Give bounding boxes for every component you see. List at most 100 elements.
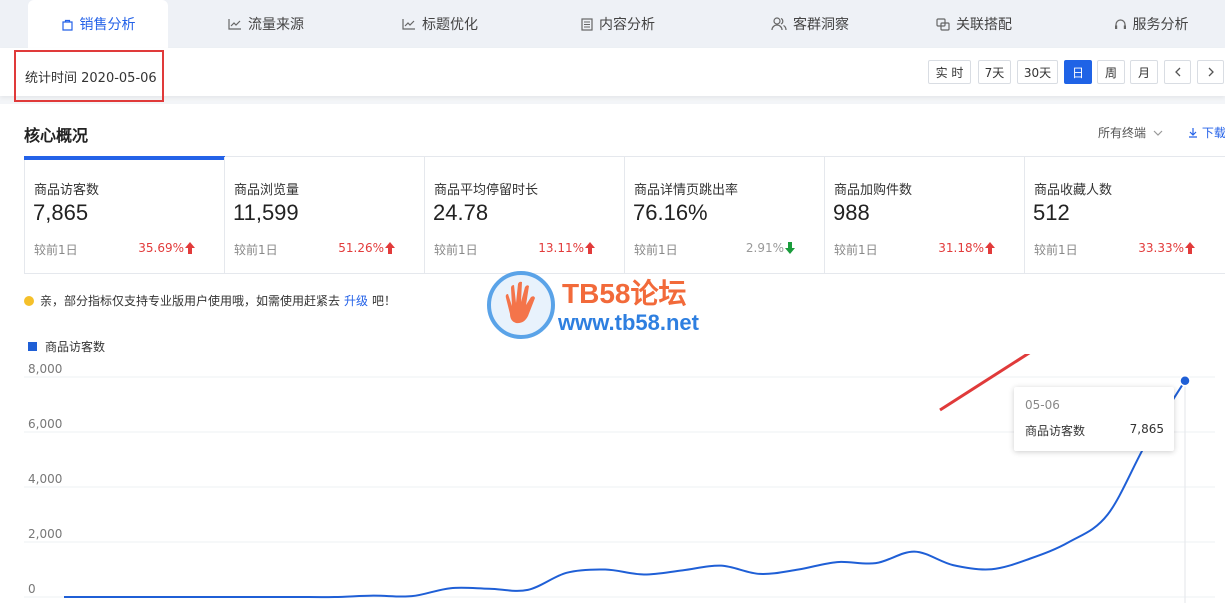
metric-label: 商品加购件数: [834, 183, 913, 198]
metric-value: 11,599: [233, 200, 299, 225]
metric-compare-label: 较前1日: [1034, 243, 1078, 257]
link-icon: [936, 17, 950, 31]
metric-compare-label: 较前1日: [34, 243, 78, 257]
tab-content-analysis[interactable]: 内容分析: [548, 0, 688, 48]
tooltip-date: 05-06: [1025, 398, 1060, 412]
metric-label: 商品平均停留时长: [434, 183, 539, 198]
notice-text: 亲，部分指标仅支持专业版用户使用哦，如需使用赶紧去: [40, 294, 341, 308]
metric-value: 24.78: [433, 200, 489, 225]
y-tick-label: 0: [28, 582, 36, 596]
metric-compare-label: 较前1日: [234, 243, 278, 257]
metric-value: 988: [833, 200, 870, 225]
metric-label: 商品详情页跳出率: [634, 183, 739, 198]
tab-label: 客群洞察: [793, 17, 849, 33]
trend-icon: [228, 19, 241, 30]
notice-text-end: 吧！: [372, 294, 397, 308]
data-point[interactable]: [1179, 374, 1191, 387]
document-icon: [581, 17, 593, 31]
section-title: 核心概况: [24, 126, 89, 145]
y-tick-label: 2,000: [28, 527, 62, 541]
tab-label: 流量来源: [248, 17, 304, 33]
metric-change: 33.33%: [1138, 241, 1184, 255]
metric-change: 51.26%: [338, 241, 384, 255]
tooltip-series-name: 商品访客数: [1025, 424, 1086, 438]
arrow-down-icon: [785, 242, 795, 254]
download-link[interactable]: 下载: [1188, 124, 1225, 141]
tab-sales-analysis[interactable]: 销售分析: [28, 0, 168, 48]
metric-label: 商品浏览量: [234, 183, 300, 198]
metric-value: 7,865: [33, 200, 89, 225]
metric-value: 512: [1033, 200, 1070, 225]
metric-card[interactable]: 商品平均停留时长 24.78 较前1日 13.11%: [424, 157, 624, 274]
arrow-up-icon: [985, 242, 995, 254]
next-date-button[interactable]: [1197, 60, 1224, 84]
legend-swatch: [28, 342, 37, 351]
metric-compare-label: 较前1日: [434, 243, 478, 257]
range-week-button[interactable]: 周: [1097, 60, 1125, 84]
tab-title-optimization[interactable]: 标题优化: [370, 0, 510, 48]
y-tick-label: 6,000: [28, 417, 62, 431]
chevron-left-icon: [1174, 67, 1180, 77]
terminal-select-value: 所有终端: [1098, 126, 1147, 140]
tab-service-analysis[interactable]: 服务分析: [1081, 0, 1221, 48]
metric-change: 35.69%: [138, 241, 184, 255]
terminal-select[interactable]: 所有终端: [1098, 124, 1164, 141]
metric-compare-label: 较前1日: [634, 243, 678, 257]
arrow-up-icon: [1185, 242, 1195, 254]
watermark: TB58论坛 www.tb58.net: [486, 270, 746, 342]
arrow-up-icon: [385, 242, 395, 254]
stat-time: 统计时间 2020-05-06: [14, 50, 164, 102]
prev-date-button[interactable]: [1164, 60, 1191, 84]
metric-compare-label: 较前1日: [834, 243, 878, 257]
range-realtime-button[interactable]: 实 时: [928, 60, 971, 84]
arrow-up-icon: [185, 242, 195, 254]
range-7d-button[interactable]: 7天: [978, 60, 1011, 84]
metric-card[interactable]: 商品收藏人数 512 较前1日 33.33%: [1024, 157, 1224, 274]
metric-change: 13.11%: [538, 241, 584, 255]
tab-related-matching[interactable]: 关联搭配: [904, 0, 1044, 48]
tab-label: 销售分析: [79, 17, 136, 33]
y-tick-label: 4,000: [28, 472, 62, 486]
users-icon: [771, 17, 787, 31]
metric-card[interactable]: 商品访客数 7,865 较前1日 35.69%: [24, 156, 225, 274]
notice-dot-icon: [24, 295, 34, 306]
metric-value: 76.16%: [633, 200, 708, 225]
tab-bar: 销售分析 流量来源 标题优化 内容分析 客群洞察 关联搭配 服务分析: [0, 0, 1225, 48]
metric-card[interactable]: 商品浏览量 11,599 较前1日 51.26%: [224, 157, 424, 274]
chart-tooltip: 05-06 商品访客数 7,865: [1014, 387, 1174, 451]
core-overview-panel: 核心概况 所有终端 下载 商品访客数 7,865 较前1日 35.69% 商品浏…: [0, 104, 1225, 608]
metric-card[interactable]: 商品详情页跳出率 76.16% 较前1日 2.91%: [624, 157, 824, 274]
y-tick-label: 8,000: [28, 362, 62, 376]
range-day-button[interactable]: 日: [1064, 60, 1092, 84]
upgrade-notice: 亲，部分指标仅支持专业版用户使用哦，如需使用赶紧去 升级 吧！: [24, 292, 396, 309]
download-icon: [1189, 128, 1197, 138]
tab-label: 关联搭配: [956, 17, 1012, 33]
upgrade-link[interactable]: 升级: [344, 292, 368, 309]
trend-icon: [402, 19, 415, 30]
hand-logo-icon: [487, 271, 555, 339]
tab-label: 标题优化: [422, 17, 478, 33]
watermark-url: www.tb58.net: [558, 310, 699, 335]
tab-label: 内容分析: [599, 17, 655, 33]
toolbar: 统计时间 2020-05-06 实 时 7天 30天 日 周 月: [0, 48, 1225, 102]
metric-change: 2.91%: [745, 241, 784, 255]
chevron-down-icon: [1153, 130, 1163, 136]
tab-label: 服务分析: [1132, 17, 1189, 33]
headset-icon: [1114, 18, 1126, 29]
download-label: 下载: [1201, 126, 1225, 140]
metric-card[interactable]: 商品加购件数 988 较前1日 31.18%: [824, 157, 1024, 274]
tab-traffic-source[interactable]: 流量来源: [196, 0, 336, 48]
chart-legend[interactable]: 商品访客数: [28, 338, 105, 355]
range-30d-button[interactable]: 30天: [1017, 60, 1058, 84]
range-month-button[interactable]: 月: [1130, 60, 1158, 84]
metric-label: 商品收藏人数: [1034, 183, 1113, 198]
metric-change: 31.18%: [938, 241, 984, 255]
chevron-right-icon: [1208, 67, 1214, 77]
metric-label: 商品访客数: [34, 183, 100, 198]
tab-customer-insight[interactable]: 客群洞察: [740, 0, 880, 48]
watermark-title: TB58论坛: [562, 278, 687, 309]
legend-label: 商品访客数: [45, 340, 106, 354]
metrics-row: 商品访客数 7,865 较前1日 35.69% 商品浏览量 11,599 较前1…: [24, 156, 1225, 274]
bag-icon: [61, 19, 73, 31]
arrow-up-icon: [585, 242, 595, 254]
